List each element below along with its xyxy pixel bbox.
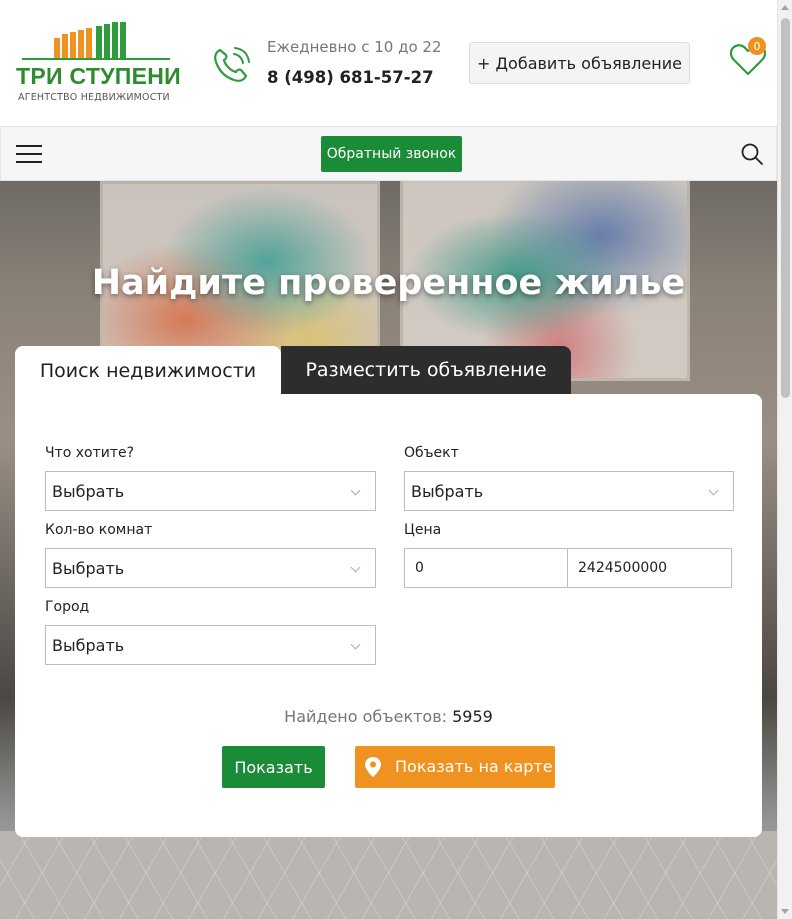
rooms-label: Кол-во комнат bbox=[45, 522, 153, 538]
price-label: Цена bbox=[404, 522, 442, 538]
scroll-up-icon[interactable] bbox=[781, 5, 789, 10]
chevron-down-icon bbox=[350, 562, 361, 573]
hero-section: Найдите проверенное жилье Разместить объ… bbox=[0, 181, 777, 919]
chevron-down-icon bbox=[350, 485, 361, 496]
rooms-select[interactable]: Выбрать bbox=[45, 548, 376, 588]
work-hours: Ежедневно с 10 до 22 bbox=[267, 38, 442, 56]
found-count-value: 5959 bbox=[452, 707, 493, 726]
want-label: Что хотите? bbox=[45, 445, 135, 461]
rooms-select-value: Выбрать bbox=[52, 558, 125, 578]
navbar: Обратный звонок bbox=[0, 126, 777, 181]
phone-icon bbox=[214, 47, 250, 82]
chevron-down-icon bbox=[350, 639, 361, 650]
chevron-down-icon bbox=[708, 485, 719, 496]
site-header: ТРИ СТУПЕНИ АГЕНТСТВО НЕДВИЖИМОСТИ Ежедн… bbox=[0, 0, 777, 126]
show-on-map-button[interactable]: Показать на карте bbox=[355, 746, 555, 788]
logo-title: ТРИ СТУПЕНИ bbox=[16, 63, 182, 89]
city-label: Город bbox=[45, 599, 90, 615]
callback-button[interactable]: Обратный звонок bbox=[321, 136, 462, 172]
scroll-down-icon[interactable] bbox=[781, 909, 789, 914]
scrollbar-thumb[interactable] bbox=[781, 18, 790, 398]
want-select-value: Выбрать bbox=[52, 481, 125, 501]
object-label: Объект bbox=[404, 445, 459, 461]
show-on-map-label: Показать на карте bbox=[395, 757, 553, 776]
search-form: Что хотите? Выбрать Объект Выбрать Кол-в… bbox=[15, 394, 762, 837]
phone-number[interactable]: 8 (498) 681-57-27 bbox=[267, 68, 434, 87]
price-min-input[interactable] bbox=[404, 548, 568, 588]
search-icon[interactable] bbox=[740, 142, 764, 166]
logo-subtitle: АГЕНТСТВО НЕДВИЖИМОСТИ bbox=[18, 92, 170, 103]
menu-icon[interactable] bbox=[16, 145, 42, 163]
object-select-value: Выбрать bbox=[411, 481, 484, 501]
background-sofa bbox=[0, 831, 777, 919]
found-label: Найдено объектов: bbox=[284, 707, 448, 726]
tab-post-listing[interactable]: Разместить объявление bbox=[281, 346, 571, 394]
object-select[interactable]: Выбрать bbox=[404, 471, 734, 511]
price-max-input[interactable] bbox=[567, 548, 732, 588]
tab-property-search[interactable]: Поиск недвижимости bbox=[15, 346, 281, 396]
show-button[interactable]: Показать bbox=[222, 746, 325, 788]
favorites-count-badge: 0 bbox=[748, 37, 766, 55]
scrollbar[interactable] bbox=[777, 0, 792, 919]
want-select[interactable]: Выбрать bbox=[45, 471, 376, 511]
found-count: Найдено объектов: 5959 bbox=[15, 707, 762, 726]
map-pin-icon bbox=[365, 757, 381, 777]
add-listing-button[interactable]: + Добавить объявление bbox=[469, 42, 690, 84]
city-select-value: Выбрать bbox=[52, 635, 125, 655]
city-select[interactable]: Выбрать bbox=[45, 625, 376, 665]
hero-title: Найдите проверенное жилье bbox=[91, 263, 686, 303]
